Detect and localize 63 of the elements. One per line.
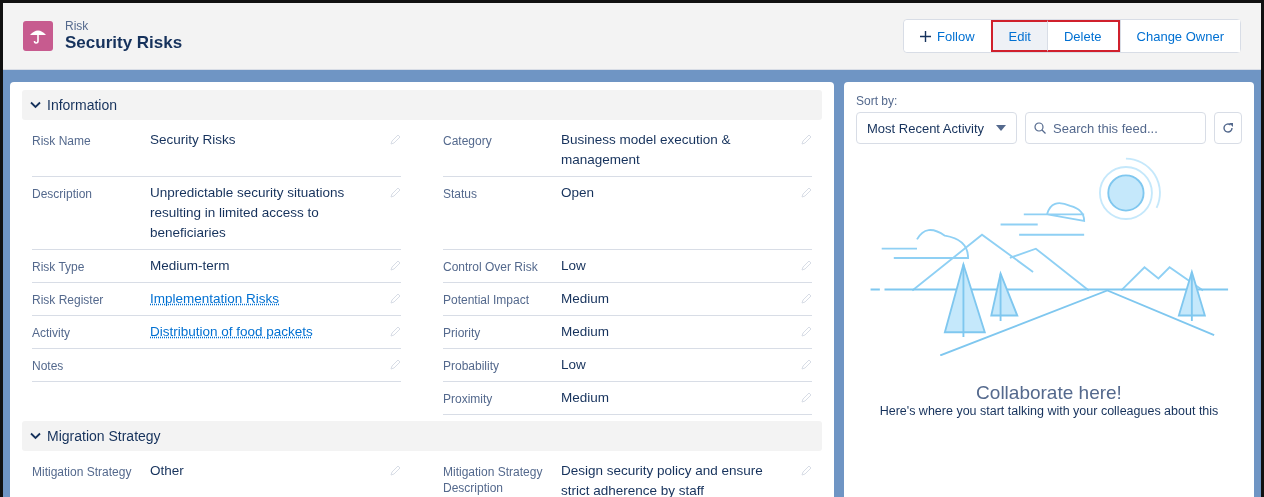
- field-label: Mitigation Strategy: [32, 464, 133, 481]
- empty-state-title: Collaborate here!: [975, 382, 1123, 404]
- sort-dropdown[interactable]: Most Recent Activity: [856, 112, 1018, 144]
- action-button[interactable]: Delete: [1046, 20, 1120, 52]
- field-label: Proximity: [443, 391, 494, 408]
- field-value: Design security policy and ensure strict adherence by staff: [561, 462, 764, 497]
- field-label: Category: [443, 133, 493, 150]
- field-label: Potential Impact: [443, 292, 531, 309]
- search-field[interactable]: Search this feed...: [1025, 112, 1206, 144]
- pencil-icon[interactable]: [389, 326, 401, 338]
- field-label: Risk Type: [32, 259, 86, 276]
- section-header[interactable]: Information: [22, 90, 822, 120]
- refresh-button[interactable]: [1214, 112, 1242, 144]
- field-label: Risk Name: [32, 133, 92, 150]
- chevron-icon: [30, 432, 41, 440]
- pencil-icon[interactable]: [800, 134, 812, 146]
- pencil-icon[interactable]: [389, 187, 401, 199]
- field-value: Low: [561, 257, 587, 275]
- field-label: Description: [32, 186, 94, 203]
- field-value: Medium-term: [150, 257, 231, 275]
- pencil-icon[interactable]: [389, 134, 401, 146]
- record-title: Security Risks: [65, 33, 184, 53]
- pencil-icon[interactable]: [800, 392, 812, 404]
- field-value: Open: [561, 184, 596, 202]
- section-header[interactable]: Migration Strategy: [22, 421, 822, 451]
- field-value: Medium: [561, 389, 610, 407]
- empty-state-text: Here's where you start talking with your colleagues about this: [878, 404, 1220, 418]
- sort-label: Sort by:: [856, 94, 899, 108]
- action-button[interactable]: Edit: [990, 20, 1047, 52]
- pencil-icon[interactable]: [389, 465, 401, 477]
- field-value: Low: [561, 356, 587, 374]
- pencil-icon[interactable]: [389, 260, 401, 272]
- plus-icon: [920, 30, 931, 42]
- field-label: Control Over Risk: [443, 259, 539, 276]
- field-value: Medium: [561, 323, 610, 341]
- caret-icon: [996, 125, 1007, 131]
- field-label: Status: [443, 186, 479, 203]
- record-link[interactable]: Distribution of food packets: [150, 324, 323, 339]
- pencil-icon[interactable]: [800, 359, 812, 371]
- pencil-icon[interactable]: [800, 326, 812, 338]
- pencil-icon[interactable]: [800, 260, 812, 272]
- pencil-icon[interactable]: [800, 187, 812, 199]
- field-label: Probability: [443, 358, 501, 375]
- field-label: Mitigation Strategy Description: [443, 464, 544, 497]
- field-label: Risk Register: [32, 292, 105, 309]
- field-value: Security Risks: [150, 131, 237, 149]
- field-value: Unpredictable security situations resulting in limited access to beneficiaries: [150, 184, 346, 242]
- field-value: Medium: [561, 290, 610, 308]
- field-value: Other: [150, 462, 185, 480]
- umbrella-icon: [23, 21, 53, 51]
- chevron-icon: [30, 101, 41, 109]
- field-value: Business model execution & management: [561, 131, 732, 169]
- field-label: Activity: [32, 325, 71, 342]
- action-button[interactable]: Change Owner: [1119, 20, 1240, 52]
- pencil-icon[interactable]: [800, 293, 812, 305]
- field-label: Notes: [32, 358, 65, 375]
- pencil-icon[interactable]: [800, 465, 812, 477]
- pencil-icon[interactable]: [389, 293, 401, 305]
- record-link[interactable]: Implementation Risks: [150, 291, 290, 306]
- object-type-label: Risk: [65, 19, 90, 33]
- refresh-icon: [1222, 122, 1234, 134]
- pencil-icon[interactable]: [389, 359, 401, 371]
- field-label: Priority: [443, 325, 482, 342]
